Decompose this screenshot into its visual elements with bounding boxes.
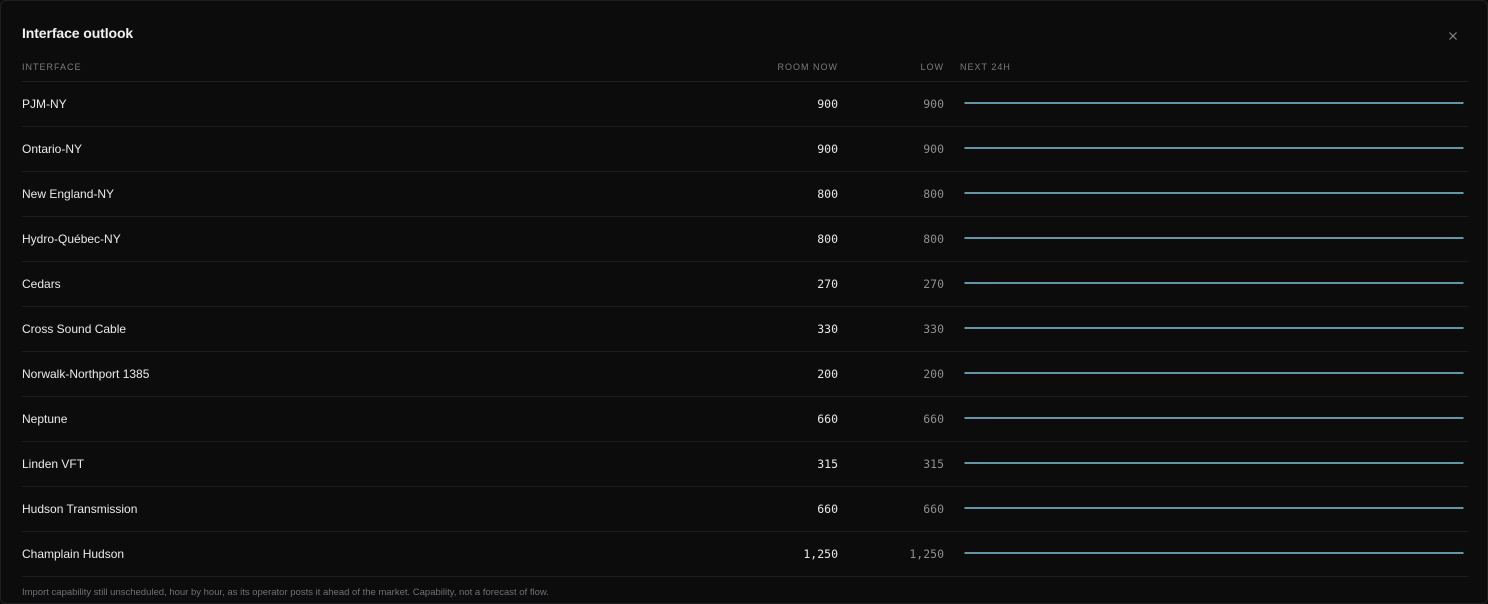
- table-row-10[interactable]: Champlain Hudson 1,250 1,250: [22, 532, 1468, 577]
- table-row-6[interactable]: Norwalk-Northport 1385 200 200: [22, 352, 1468, 397]
- interface-name: Neptune: [22, 412, 68, 426]
- low-value: 330: [923, 322, 944, 336]
- low-value: 660: [923, 502, 944, 516]
- table-row-9[interactable]: Hudson Transmission 660 660: [22, 487, 1468, 532]
- interface-name: Cross Sound Cable: [22, 322, 127, 336]
- column-header-room-now[interactable]: ROOM NOW: [778, 62, 839, 72]
- next-24h-sparkline: [964, 142, 1464, 154]
- table-row-8[interactable]: Linden VFT 315 315: [22, 442, 1468, 487]
- sparkline-svg: [964, 552, 1464, 554]
- sparkline-svg: [964, 372, 1464, 374]
- room-now-value: 315: [817, 457, 838, 471]
- sparkline-svg: [964, 462, 1464, 464]
- next-24h-sparkline: [964, 547, 1464, 559]
- interface-table-body: PJM-NY 900 900 Ontario-NY 900 900 New En…: [22, 82, 1468, 577]
- sparkline-svg: [964, 327, 1464, 329]
- next-24h-sparkline: [964, 232, 1464, 244]
- room-now-value: 270: [817, 277, 838, 291]
- next-24h-sparkline: [964, 457, 1464, 469]
- low-value: 800: [923, 232, 944, 246]
- interface-name: Champlain Hudson: [22, 547, 125, 561]
- next-24h-sparkline: [964, 97, 1464, 109]
- low-value: 900: [923, 142, 944, 156]
- room-now-value: 800: [817, 232, 838, 246]
- low-value: 800: [923, 187, 944, 201]
- table-row-3[interactable]: Hydro-Québec-NY 800 800: [22, 217, 1468, 262]
- room-now-value: 660: [817, 502, 838, 516]
- low-value: 200: [923, 367, 944, 381]
- room-now-value: 330: [817, 322, 838, 336]
- interface-name: Cedars: [22, 277, 61, 291]
- sparkline-svg: [964, 192, 1464, 194]
- low-value: 270: [923, 277, 944, 291]
- sparkline-svg: [964, 507, 1464, 509]
- column-header-low[interactable]: LOW: [920, 62, 944, 72]
- next-24h-sparkline: [964, 502, 1464, 514]
- close-icon[interactable]: [1446, 29, 1460, 43]
- interface-outlook-panel: Interface outlook INTERFACE ROOM NOW LOW…: [0, 0, 1488, 604]
- room-now-value: 800: [817, 187, 838, 201]
- interface-name: PJM-NY: [22, 97, 67, 111]
- next-24h-sparkline: [964, 322, 1464, 334]
- room-now-value: 900: [817, 142, 838, 156]
- table-row-4[interactable]: Cedars 270 270: [22, 262, 1468, 307]
- table-row-2[interactable]: New England-NY 800 800: [22, 172, 1468, 217]
- sparkline-svg: [964, 147, 1464, 149]
- next-24h-sparkline: [964, 367, 1464, 379]
- sparkline-svg: [964, 102, 1464, 104]
- table-header: INTERFACE ROOM NOW LOW NEXT 24H: [22, 61, 1468, 82]
- next-24h-sparkline: [964, 277, 1464, 289]
- table-row-5[interactable]: Cross Sound Cable 330 330: [22, 307, 1468, 352]
- next-24h-sparkline: [964, 412, 1464, 424]
- sparkline-svg: [964, 417, 1464, 419]
- table-row-7[interactable]: Neptune 660 660: [22, 397, 1468, 442]
- interface-name: Ontario-NY: [22, 142, 83, 156]
- panel-title: Interface outlook: [22, 25, 134, 41]
- low-value: 900: [923, 97, 944, 111]
- column-header-interface[interactable]: INTERFACE: [22, 62, 82, 72]
- interface-name: Linden VFT: [22, 457, 85, 471]
- interface-name: Hydro-Québec-NY: [22, 232, 121, 246]
- interface-name: Norwalk-Northport 1385: [22, 367, 150, 381]
- room-now-value: 200: [817, 367, 838, 381]
- low-value: 1,250: [909, 547, 944, 561]
- room-now-value: 1,250: [803, 547, 838, 561]
- sparkline-svg: [964, 237, 1464, 239]
- low-value: 660: [923, 412, 944, 426]
- room-now-value: 900: [817, 97, 838, 111]
- table-row-1[interactable]: Ontario-NY 900 900: [22, 127, 1468, 172]
- column-header-next-24h[interactable]: NEXT 24H: [960, 62, 1011, 72]
- sparkline-svg: [964, 282, 1464, 284]
- low-value: 315: [923, 457, 944, 471]
- next-24h-sparkline: [964, 187, 1464, 199]
- table-row-0[interactable]: PJM-NY 900 900: [22, 82, 1468, 127]
- footnote: Import capability still unscheduled, hou…: [22, 587, 549, 598]
- interface-name: New England-NY: [22, 187, 115, 201]
- room-now-value: 660: [817, 412, 838, 426]
- interface-name: Hudson Transmission: [22, 502, 138, 516]
